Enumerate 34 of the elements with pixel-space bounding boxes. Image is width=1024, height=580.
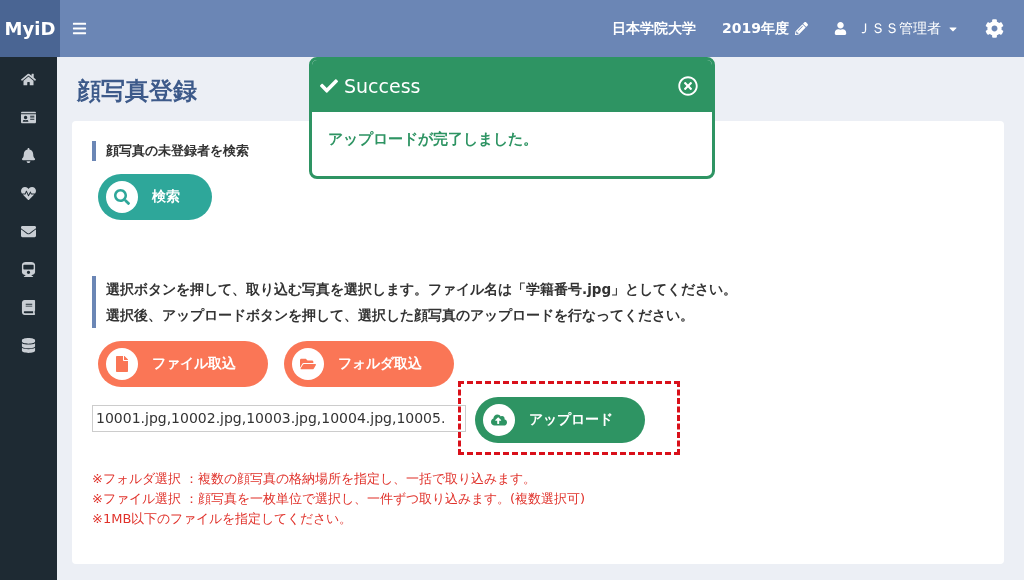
- folder-icon: [292, 348, 324, 380]
- cloud-upload-icon: [483, 404, 515, 436]
- instruction-text: 選択後、アップロードボタンを押して、選択した顔写真のアップロードを行なってください。: [106, 306, 695, 325]
- folder-import-button[interactable]: フォルダ取込: [284, 341, 454, 387]
- pencil-icon[interactable]: [795, 22, 808, 35]
- search-icon: [106, 181, 138, 213]
- home-icon[interactable]: [21, 72, 36, 87]
- user-name[interactable]: ＪＳＳ管理者: [857, 19, 941, 38]
- settings-icon[interactable]: [985, 19, 1004, 38]
- brand-logo[interactable]: MyiD: [0, 0, 60, 57]
- heartbeat-icon[interactable]: [21, 186, 36, 201]
- envelope-icon[interactable]: [21, 224, 36, 239]
- file-icon: [106, 348, 138, 380]
- check-icon: [320, 77, 338, 95]
- note-text: ※1MB以下のファイルを指定してください。: [92, 510, 354, 528]
- academic-year: 2019年度: [722, 19, 789, 38]
- instruction-text: 選択ボタンを押して、取り込む写真を選択します。ファイル名は「学籍番号.jpg」としてください。: [106, 280, 739, 299]
- close-icon[interactable]: [678, 76, 698, 96]
- bell-icon[interactable]: [21, 148, 36, 163]
- file-import-button[interactable]: ファイル取込: [98, 341, 268, 387]
- upload-button[interactable]: アップロード: [475, 397, 645, 443]
- university-name: 日本学院大学: [612, 19, 697, 38]
- search-button[interactable]: 検索: [98, 174, 212, 220]
- database-icon[interactable]: [21, 338, 36, 353]
- page-title: 顔写真登録: [77, 76, 197, 107]
- menu-icon[interactable]: [72, 21, 87, 36]
- user-icon: [834, 22, 847, 35]
- note-text: ※ファイル選択 ：顔写真を一枚単位で選択し、一件ずつ取り込みます。(複数選択可): [92, 490, 587, 508]
- id-card-icon[interactable]: [21, 110, 36, 125]
- book-icon[interactable]: [21, 300, 36, 315]
- note-text: ※フォルダ選択 ：複数の顔写真の格納場所を指定し、一括で取り込みます。: [92, 470, 538, 488]
- train-icon[interactable]: [21, 262, 36, 277]
- file-name-field[interactable]: 10001.jpg,10002.jpg,10003.jpg,10004.jpg,10005.: [92, 404, 466, 432]
- toast-title: Success: [344, 75, 422, 97]
